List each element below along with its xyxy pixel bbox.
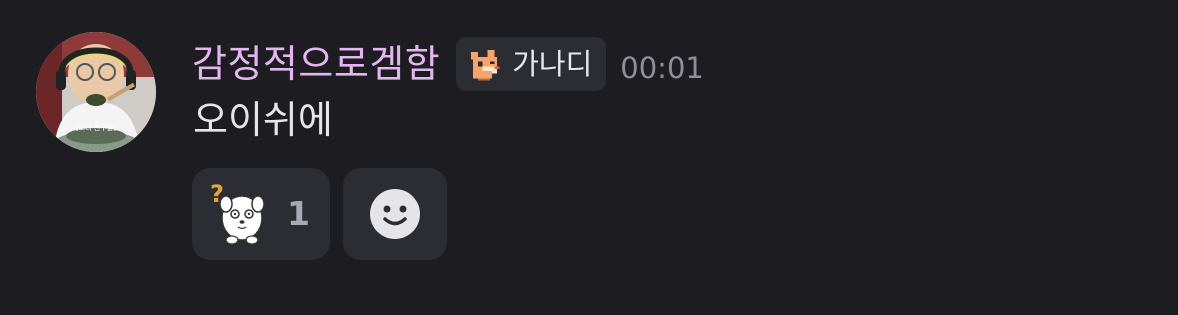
role-badge[interactable]: 가나디: [456, 37, 607, 91]
dog-icon: [470, 49, 500, 81]
confused-dog-sticker-icon: ?: [210, 180, 265, 245]
reaction-chip[interactable]: ? 1: [192, 168, 330, 260]
reaction-bar: ? 1: [192, 168, 447, 260]
badge-label: 가나디: [512, 47, 593, 81]
reaction-count: 1: [287, 194, 310, 233]
avatar-caption: [쏘더 친구들]: [76, 123, 116, 132]
smiley-icon: [370, 189, 420, 239]
message-header: 감정적으로겜함 가나디 00:01: [192, 36, 704, 92]
chat-message: [쏘더 친구들] 감정적으로겜함 가나디 00:01 오이쉬에 ? 1: [0, 0, 1178, 315]
timestamp: 00:01: [620, 51, 704, 85]
avatar[interactable]: [쏘더 친구들]: [36, 32, 156, 152]
add-reaction-button[interactable]: [343, 168, 447, 260]
author-name[interactable]: 감정적으로겜함: [192, 36, 440, 92]
message-text: 오이쉬에: [193, 98, 333, 142]
